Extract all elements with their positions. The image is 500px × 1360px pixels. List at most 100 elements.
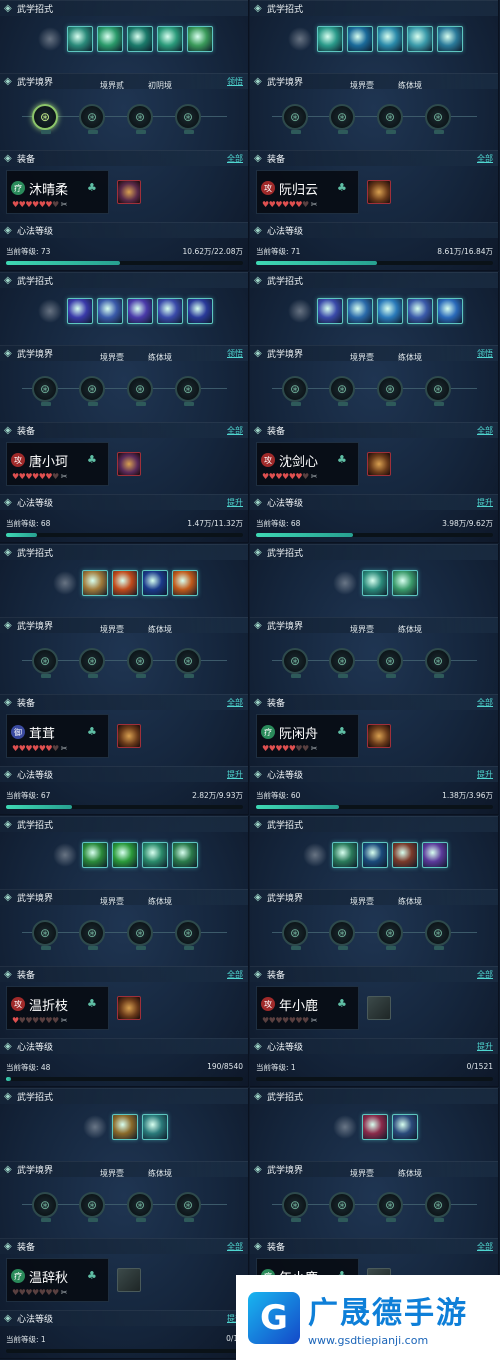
skill-icon[interactable] — [171, 842, 198, 868]
equip-all-link[interactable]: 全部 — [477, 425, 493, 436]
equipment-slot[interactable] — [117, 452, 141, 476]
skill-icon[interactable] — [36, 26, 63, 52]
skill-icon[interactable] — [376, 26, 403, 52]
realm-node[interactable]: ⊛ — [79, 376, 105, 406]
skill-icon[interactable] — [361, 842, 388, 868]
character-card[interactable]: 疗温辞秋 ♣ ♥♥♥♥♥♥♥ ✂ — [6, 1258, 109, 1302]
skill-icon[interactable] — [346, 26, 373, 52]
skill-icon[interactable] — [81, 1114, 108, 1140]
skill-icon[interactable] — [331, 570, 358, 596]
realm-node[interactable]: ⊛ — [377, 104, 403, 134]
character-card[interactable]: 攻沈剑心 ♣ ♥♥♥♥♥♥♥ ✂ — [256, 442, 359, 486]
skill-icon[interactable] — [186, 298, 213, 324]
realm-node[interactable]: ⊛ — [175, 1192, 201, 1222]
realm-node[interactable]: ⊛ — [282, 104, 308, 134]
realm-node[interactable]: ⊛ — [79, 920, 105, 950]
realm-node[interactable]: ⊛ — [425, 104, 451, 134]
realm-node[interactable]: ⊛ — [425, 1192, 451, 1222]
realm-node[interactable]: ⊛ — [127, 1192, 153, 1222]
skill-icon[interactable] — [286, 298, 313, 324]
skill-icon[interactable] — [111, 1114, 138, 1140]
realm-node[interactable]: ⊛ — [377, 648, 403, 678]
skill-icon[interactable] — [361, 570, 388, 596]
skill-icon[interactable] — [361, 1114, 388, 1140]
skill-icon[interactable] — [126, 26, 153, 52]
realm-node[interactable]: ⊛ — [32, 920, 58, 950]
skill-icon[interactable] — [331, 1114, 358, 1140]
realm-node[interactable]: ⊛ — [329, 648, 355, 678]
realm-node[interactable]: ⊛ — [175, 648, 201, 678]
skill-icon[interactable] — [301, 842, 328, 868]
realm-node[interactable]: ⊛ — [175, 920, 201, 950]
skill-icon[interactable] — [111, 570, 138, 596]
realm-node[interactable]: ⊛ — [79, 648, 105, 678]
character-card[interactable]: 疗阮闲舟 ♣ ♥♥♥♥♥♥♥ ✂ — [256, 714, 359, 758]
equipment-slot[interactable] — [117, 180, 141, 204]
character-card[interactable]: 攻阮归云 ♣ ♥♥♥♥♥♥♥ ✂ — [256, 170, 359, 214]
realm-node[interactable]: ⊛ — [32, 376, 58, 406]
realm-node[interactable]: ⊛ — [127, 920, 153, 950]
character-card[interactable]: 攻年小鹿 ♣ ♥♥♥♥♥♥♥ ✂ — [256, 986, 359, 1030]
realm-node[interactable]: ⊛ — [127, 104, 153, 134]
realm-node[interactable]: ⊛ — [329, 1192, 355, 1222]
equip-all-link[interactable]: 全部 — [227, 425, 243, 436]
realm-node[interactable]: ⊛ — [425, 376, 451, 406]
skill-icon[interactable] — [436, 26, 463, 52]
skill-icon[interactable] — [141, 1114, 168, 1140]
character-card[interactable]: 攻温折枝 ♣ ♥♥♥♥♥♥♥ ✂ — [6, 986, 109, 1030]
heart-upgrade-link[interactable]: 提升 — [227, 497, 243, 508]
realm-node[interactable]: ⊛ — [377, 920, 403, 950]
skill-icon[interactable] — [391, 1114, 418, 1140]
realm-node[interactable]: ⊛ — [329, 920, 355, 950]
realm-node[interactable]: ⊛ — [282, 920, 308, 950]
equip-all-link[interactable]: 全部 — [477, 1241, 493, 1252]
character-card[interactable]: 御茸茸 ♣ ♥♥♥♥♥♥♥ ✂ — [6, 714, 109, 758]
equipment-slot[interactable] — [367, 180, 391, 204]
skill-icon[interactable] — [96, 298, 123, 324]
realm-node[interactable]: ⊛ — [32, 1192, 58, 1222]
skill-icon[interactable] — [81, 570, 108, 596]
heart-upgrade-link[interactable]: 提升 — [477, 1041, 493, 1052]
equip-all-link[interactable]: 全部 — [477, 969, 493, 980]
equipment-slot[interactable] — [367, 452, 391, 476]
skill-icon[interactable] — [66, 298, 93, 324]
equip-all-link[interactable]: 全部 — [227, 1241, 243, 1252]
skill-icon[interactable] — [376, 298, 403, 324]
heart-upgrade-link[interactable]: 提升 — [477, 769, 493, 780]
skill-icon[interactable] — [51, 842, 78, 868]
skill-icon[interactable] — [141, 570, 168, 596]
realm-node[interactable]: ⊛ — [425, 920, 451, 950]
equipment-slot[interactable] — [117, 724, 141, 748]
realm-node[interactable]: ⊛ — [175, 104, 201, 134]
skill-icon[interactable] — [171, 570, 198, 596]
character-card[interactable]: 攻唐小珂 ♣ ♥♥♥♥♥♥♥ ✂ — [6, 442, 109, 486]
character-card[interactable]: 疗沐晴柔 ♣ ♥♥♥♥♥♥♥ ✂ — [6, 170, 109, 214]
skill-icon[interactable] — [36, 298, 63, 324]
skill-icon[interactable] — [316, 26, 343, 52]
skill-icon[interactable] — [346, 298, 373, 324]
realm-node[interactable]: ⊛ — [282, 648, 308, 678]
skill-icon[interactable] — [141, 842, 168, 868]
realm-node[interactable]: ⊛ — [377, 1192, 403, 1222]
skill-icon[interactable] — [406, 26, 433, 52]
skill-icon[interactable] — [126, 298, 153, 324]
realm-node[interactable]: ⊛ — [377, 376, 403, 406]
skill-icon[interactable] — [391, 570, 418, 596]
skill-icon[interactable] — [406, 298, 433, 324]
equipment-slot[interactable] — [117, 996, 141, 1020]
realm-node[interactable]: ⊛ — [127, 376, 153, 406]
realm-node[interactable]: ⊛ — [79, 1192, 105, 1222]
skill-icon[interactable] — [331, 842, 358, 868]
skill-icon[interactable] — [421, 842, 448, 868]
skill-icon[interactable] — [391, 842, 418, 868]
skill-icon[interactable] — [156, 26, 183, 52]
realm-node[interactable]: ⊛ — [329, 104, 355, 134]
equip-all-link[interactable]: 全部 — [227, 153, 243, 164]
heart-upgrade-link[interactable]: 提升 — [477, 497, 493, 508]
skill-icon[interactable] — [96, 26, 123, 52]
skill-icon[interactable] — [66, 26, 93, 52]
equip-all-link[interactable]: 全部 — [477, 697, 493, 708]
skill-icon[interactable] — [156, 298, 183, 324]
realm-node[interactable]: ⊛ — [425, 648, 451, 678]
realm-node[interactable]: ⊛ — [175, 376, 201, 406]
